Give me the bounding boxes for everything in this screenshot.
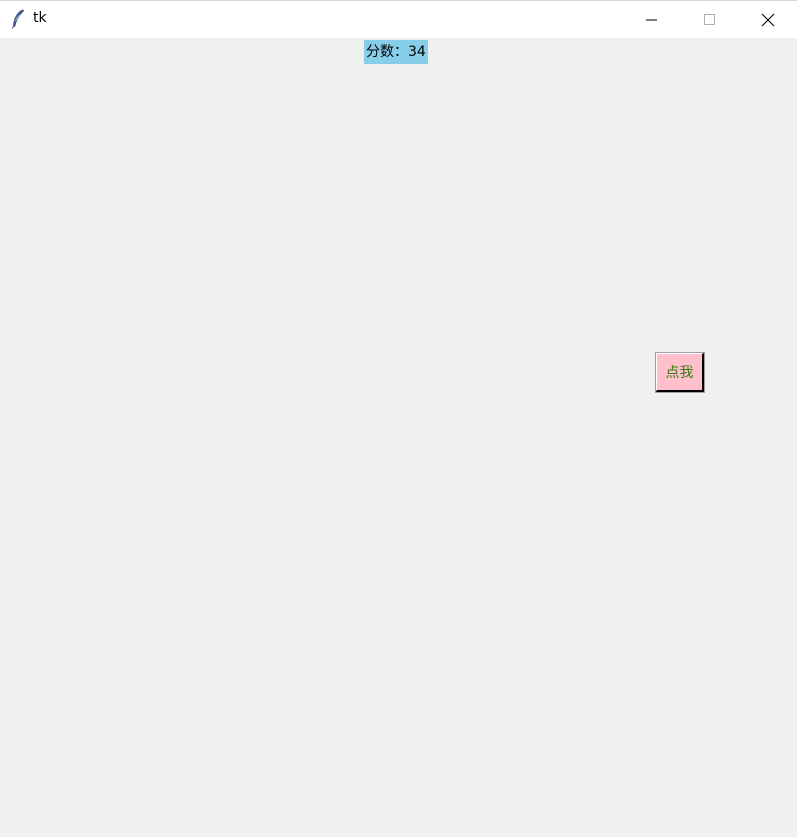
close-icon — [761, 13, 775, 27]
feather-icon — [10, 9, 26, 29]
maximize-icon — [704, 13, 716, 26]
window-title: tk — [33, 10, 47, 26]
minimize-icon — [646, 14, 658, 26]
app-window: tk 分数：34 点我 — [0, 0, 797, 837]
maximize-button[interactable] — [681, 1, 739, 38]
title-bar[interactable]: tk — [0, 0, 797, 38]
click-me-button[interactable]: 点我 — [655, 352, 705, 393]
minimize-button[interactable] — [623, 1, 681, 38]
close-button[interactable] — [739, 1, 797, 38]
score-label: 分数：34 — [364, 40, 428, 64]
client-area: 分数：34 点我 — [0, 38, 797, 837]
